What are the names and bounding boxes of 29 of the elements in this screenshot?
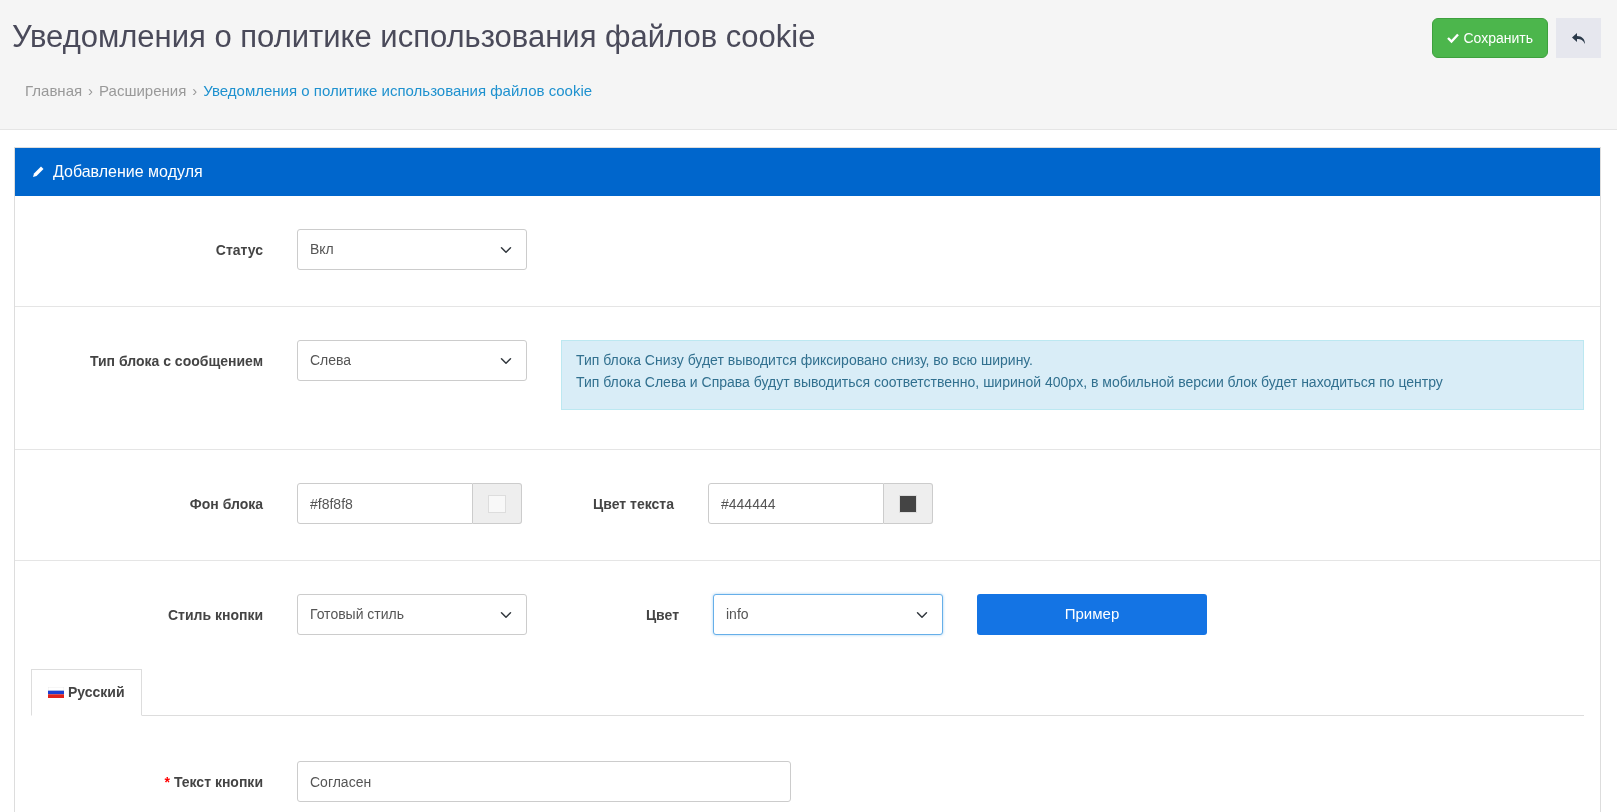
color-picker-button[interactable]	[884, 483, 933, 524]
text-input[interactable]: Согласен	[297, 761, 791, 802]
field-label: Текст кнопки	[173, 774, 263, 790]
dropdown[interactable]: Слева	[297, 340, 527, 381]
dropdown[interactable]: Вкл	[297, 229, 527, 270]
example-button[interactable]: Пример	[977, 594, 1207, 635]
language-tab[interactable]: Русский	[31, 669, 142, 716]
required-mark: *	[164, 774, 170, 790]
info-message: Тип блока Снизу будет выводится фиксировано снизу, во всю ширину. Тип блока Слева и Справа будут выводиться соответственно, шириной 400px, в мобильной версии блок будет находиться по центру	[561, 340, 1584, 410]
color-picker-button[interactable]	[473, 483, 522, 524]
field-label: Цвет текста	[592, 495, 675, 514]
breadcrumb-separator: ›	[88, 81, 94, 101]
field-label: Цвет	[644, 606, 680, 625]
back-button[interactable]	[1556, 18, 1601, 58]
field-label: Стиль кнопки	[166, 606, 264, 625]
dropdown[interactable]: Готовый стиль	[297, 594, 527, 635]
field-label: Фон блока	[188, 495, 264, 514]
color-input[interactable]: #f8f8f8	[297, 483, 473, 524]
page-title: Уведомления о политике использования файлов cookie	[12, 18, 816, 56]
color-input[interactable]: #444444	[708, 483, 884, 524]
pencil-icon	[31, 165, 45, 179]
flag-icon	[48, 687, 64, 698]
panel-title: Добавление модуля	[53, 162, 203, 182]
field-label: Статус	[214, 241, 264, 260]
field-label: Тип блока с сообщением	[88, 352, 264, 371]
breadcrumb-separator: ›	[192, 81, 198, 101]
dropdown[interactable]: info	[713, 594, 943, 635]
reply-arrow-icon	[1570, 31, 1587, 46]
check-icon	[1447, 32, 1460, 44]
